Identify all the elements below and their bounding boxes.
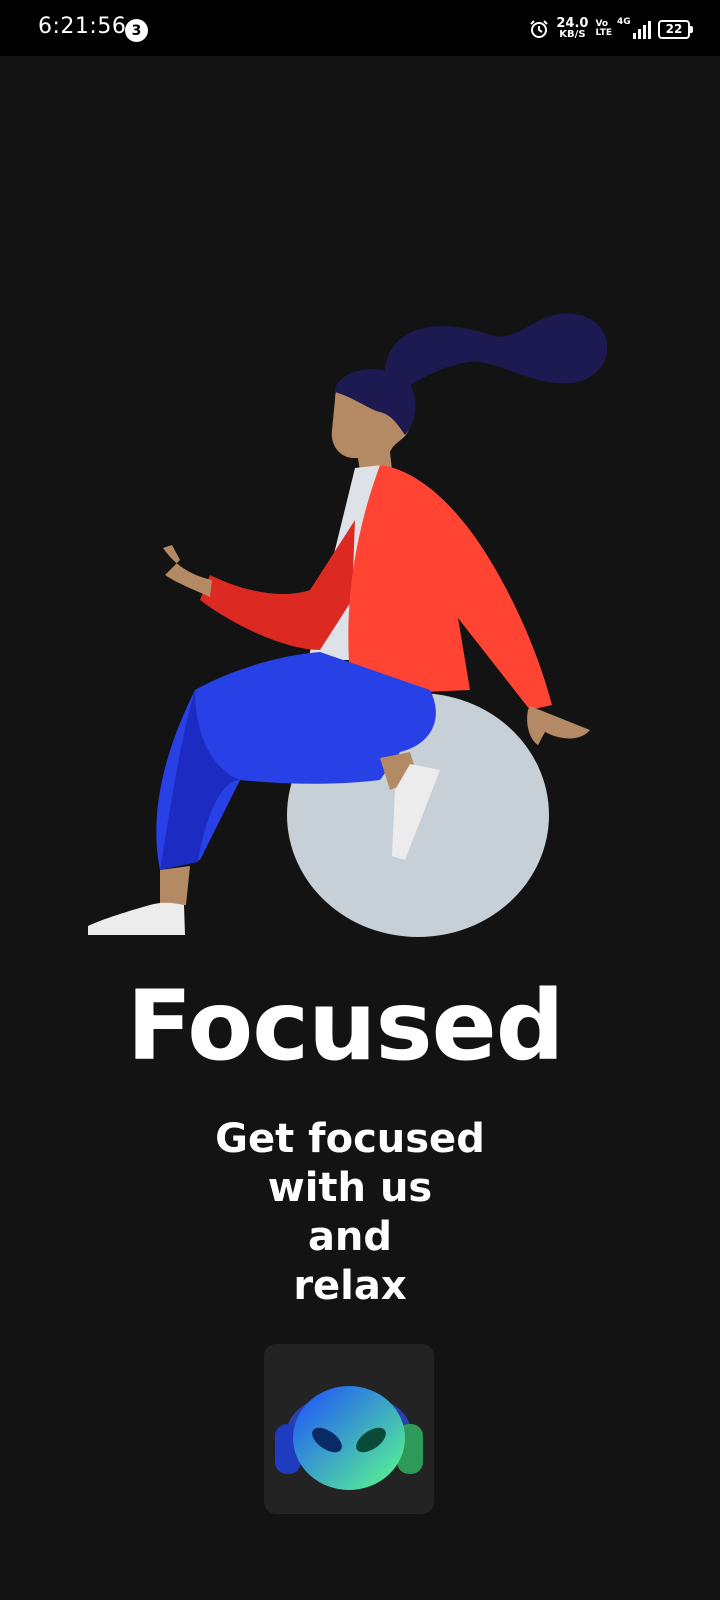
network-type: 4G xyxy=(617,17,631,27)
volte-bottom: LTE xyxy=(595,28,612,38)
subtitle: Get focused with us and relax xyxy=(0,1115,700,1311)
app-logo-tile xyxy=(264,1344,434,1514)
notification-count-badge: 3 xyxy=(125,19,148,42)
status-time: 6:21:56 xyxy=(38,14,127,39)
woman-on-exercise-ball-illustration xyxy=(88,313,608,937)
subtitle-line: and xyxy=(307,1214,393,1260)
status-bar: 6:21:56 3 24.0 KB/S Vo LTE 4G 22 xyxy=(0,0,720,56)
net-speed: 24.0 KB/S xyxy=(556,16,589,40)
subtitle-line: relax xyxy=(293,1263,407,1309)
net-speed-unit: KB/S xyxy=(559,29,586,40)
subtitle-line: Get focused xyxy=(215,1116,485,1162)
battery-level: 22 xyxy=(665,22,683,36)
signal-icon: 4G xyxy=(617,17,651,39)
volte-icon: Vo LTE xyxy=(595,20,612,38)
alien-headphones-logo-icon xyxy=(275,1386,423,1490)
status-icons: 24.0 KB/S Vo LTE 4G 22 xyxy=(529,16,693,42)
alarm-icon xyxy=(530,20,549,38)
page-title: Focused xyxy=(126,970,565,1082)
net-speed-value: 24.0 xyxy=(556,16,589,31)
battery-icon: 22 xyxy=(658,19,693,39)
subtitle-line: with us xyxy=(267,1165,433,1211)
